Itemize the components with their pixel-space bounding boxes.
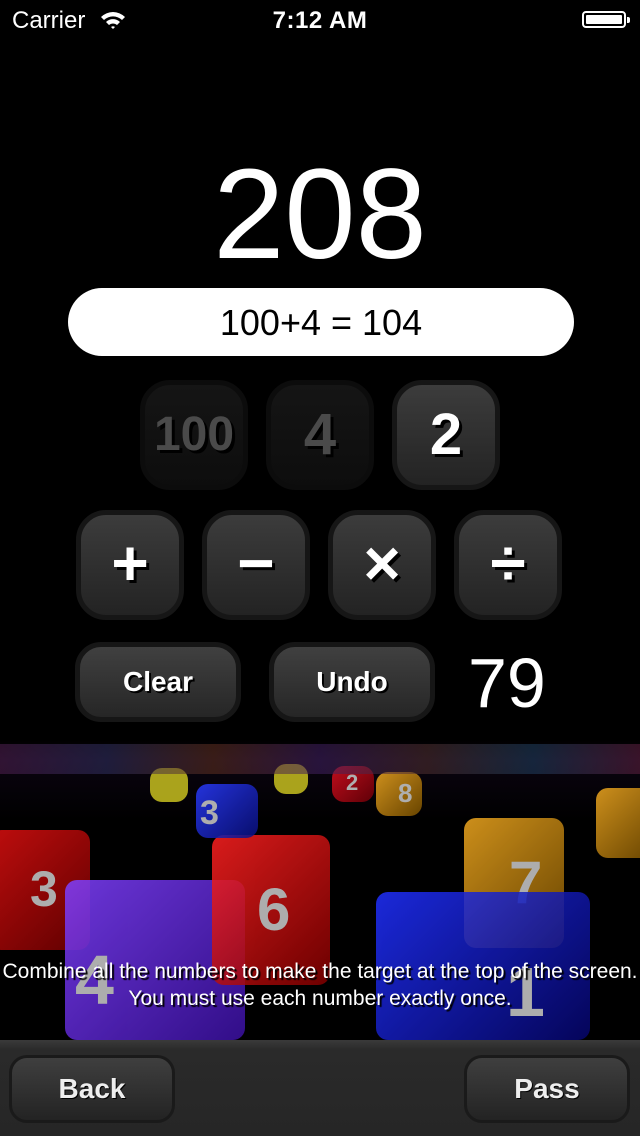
instructions-text: Combine all the numbers to make the targ… [2,960,638,1010]
clear-button[interactable]: Clear [75,642,241,722]
status-bar: Carrier 7:12 AM [0,0,640,40]
battery-icon [582,11,630,28]
number-tile-4[interactable]: 4 [266,380,374,490]
divide-button[interactable]: ÷ [454,510,562,620]
background-die [596,788,640,858]
multiply-button[interactable]: × [328,510,436,620]
background-dice-row [0,744,640,774]
subtract-button[interactable]: − [202,510,310,620]
target-number: 208 [213,143,427,286]
clock: 7:12 AM [272,7,368,34]
background-die: 3 [196,784,258,838]
remaining-count: 79 [468,644,546,722]
back-button[interactable]: Back [9,1055,175,1123]
bottom-toolbar: Back Pass [0,1040,640,1136]
number-tile-100[interactable]: 100 [140,380,248,490]
undo-button[interactable]: Undo [269,642,435,722]
background-die: 8 [376,772,422,816]
number-tile-2[interactable]: 2 [392,380,500,490]
expression-display: 100+4 = 104 [68,288,574,356]
add-button[interactable]: + [76,510,184,620]
pass-button[interactable]: Pass [464,1055,630,1123]
